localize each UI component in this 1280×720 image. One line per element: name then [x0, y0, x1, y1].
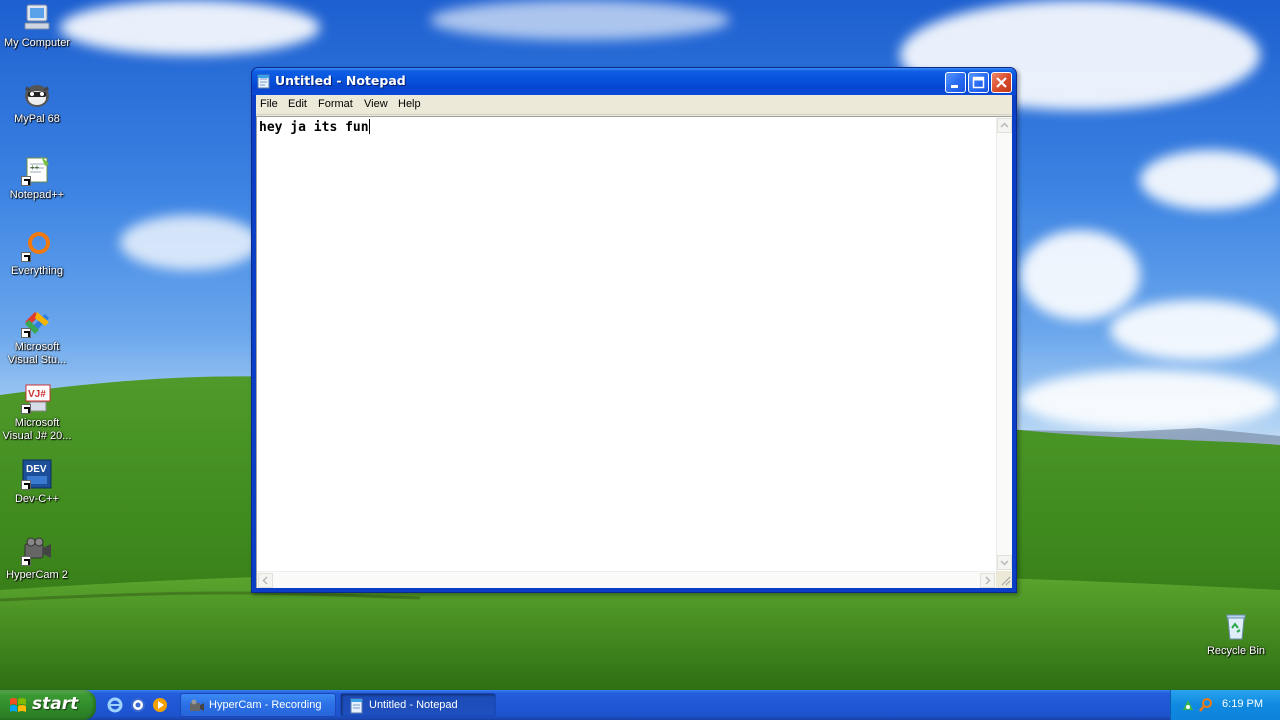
notepad-window: Untitled - Notepad File Edit Format View…: [251, 67, 1017, 593]
scroll-down-button[interactable]: [997, 555, 1012, 570]
text-editor-area[interactable]: hey ja its fun: [256, 116, 1012, 588]
window-title: Untitled - Notepad: [275, 73, 406, 88]
recycle-bin-icon: [1220, 610, 1252, 642]
desktop-icon-recycle-bin[interactable]: Recycle Bin: [1199, 610, 1273, 658]
close-icon: [996, 77, 1007, 88]
menu-bar: File Edit Format View Help: [256, 95, 1012, 115]
menu-help[interactable]: Help: [398, 98, 421, 110]
text-caret: [368, 119, 370, 134]
resize-grip[interactable]: [996, 571, 1012, 588]
shortcut-arrow-icon: [21, 252, 31, 262]
desktop-icon-label: Microsoft Visual Stu...: [7, 341, 67, 366]
desktop-icon-label: My Computer: [3, 37, 71, 49]
desktop-icon-label: MyPal 68: [14, 113, 60, 125]
desktop-icon-label: HyperCam 2: [6, 569, 68, 581]
desktop-icon-label: Recycle Bin: [1206, 645, 1266, 657]
desktop-icon-label: Everything: [11, 265, 63, 277]
svg-text:VJ#: VJ#: [28, 389, 46, 400]
taskbar-item-label: HyperCam - Recording: [209, 699, 322, 711]
mypal-browser-icon: [21, 78, 53, 110]
scroll-left-button[interactable]: [258, 573, 273, 588]
desktop-icon-visual-studio[interactable]: Microsoft Visual Stu...: [0, 306, 74, 367]
editor-text: hey ja its fun: [259, 119, 370, 135]
search-tray-icon[interactable]: [1198, 697, 1214, 713]
browser-quicklaunch-icon[interactable]: [130, 697, 146, 713]
network-tray-icon[interactable]: [1180, 697, 1196, 713]
arrow-down-icon: [1000, 560, 1009, 566]
svg-text:++: ++: [30, 163, 40, 172]
taskbar-clock[interactable]: 6:19 PM: [1222, 698, 1263, 710]
arrow-up-icon: [1000, 122, 1009, 128]
close-button[interactable]: [991, 72, 1012, 93]
start-button[interactable]: start: [0, 690, 96, 720]
visual-jsharp-icon: VJ#: [21, 382, 53, 414]
taskbar-item-label: Untitled - Notepad: [369, 699, 458, 711]
maximize-button[interactable]: [968, 72, 989, 93]
vertical-scrollbar[interactable]: [996, 117, 1012, 571]
windows-flag-icon: [10, 698, 26, 712]
my-computer-icon: [21, 2, 53, 34]
desktop-icon-label: Notepad++: [9, 189, 65, 201]
hypercam-icon: [190, 699, 204, 711]
horizontal-scrollbar[interactable]: [257, 571, 996, 588]
notepad-app-icon: [257, 74, 271, 89]
desktop-icon-visual-jsharp[interactable]: VJ# Microsoft Visual J# 20...: [0, 382, 74, 443]
devcpp-icon: DEV: [21, 458, 53, 490]
maximize-icon: [972, 76, 985, 89]
menu-file[interactable]: File: [260, 98, 278, 110]
everything-search-icon: [21, 230, 53, 262]
internet-explorer-icon[interactable]: [107, 697, 123, 713]
shortcut-arrow-icon: [21, 480, 31, 490]
arrow-left-icon: [262, 576, 268, 585]
taskbar-item-notepad[interactable]: Untitled - Notepad: [340, 693, 496, 717]
taskbar: start HyperCam - Recording Untitled - No…: [0, 690, 1280, 720]
desktop-icon-mypal[interactable]: MyPal 68: [0, 78, 74, 126]
hypercam-icon: [21, 534, 53, 566]
menu-format[interactable]: Format: [318, 98, 353, 110]
system-tray: 6:19 PM: [1170, 690, 1280, 720]
desktop-icon-my-computer[interactable]: My Computer: [0, 2, 74, 50]
start-label: start: [32, 694, 79, 714]
desktop-icon-notepadpp[interactable]: ++ Notepad++: [0, 154, 74, 202]
scroll-right-button[interactable]: [980, 573, 995, 588]
desktop-icon-label: Dev-C++: [14, 493, 60, 505]
notepad-app-icon: [350, 698, 363, 714]
minimize-button[interactable]: [945, 72, 966, 93]
visual-studio-icon: [21, 306, 53, 338]
menu-view[interactable]: View: [364, 98, 388, 110]
shortcut-arrow-icon: [21, 176, 31, 186]
resize-grip-icon: [1001, 576, 1011, 586]
desktop-icon-devcpp[interactable]: DEV Dev-C++: [0, 458, 74, 506]
notepadpp-icon: ++: [21, 154, 53, 186]
media-player-icon[interactable]: [152, 697, 168, 713]
editor-content: hey ja its fun: [259, 120, 369, 135]
desktop-icon-label: Microsoft Visual J# 20...: [2, 417, 72, 442]
window-client-area: File Edit Format View Help hey ja its fu…: [256, 95, 1012, 588]
scroll-up-button[interactable]: [997, 118, 1012, 133]
taskbar-item-hypercam[interactable]: HyperCam - Recording: [180, 693, 336, 717]
arrow-right-icon: [985, 576, 991, 585]
minimize-icon: [951, 85, 958, 88]
shortcut-arrow-icon: [21, 404, 31, 414]
desktop-icon-hypercam[interactable]: HyperCam 2: [0, 534, 74, 582]
shortcut-arrow-icon: [21, 556, 31, 566]
menu-edit[interactable]: Edit: [288, 98, 307, 110]
window-titlebar[interactable]: Untitled - Notepad: [252, 68, 1016, 95]
shortcut-arrow-icon: [21, 328, 31, 338]
desktop-icon-everything[interactable]: Everything: [0, 230, 74, 278]
svg-text:DEV: DEV: [26, 464, 47, 475]
